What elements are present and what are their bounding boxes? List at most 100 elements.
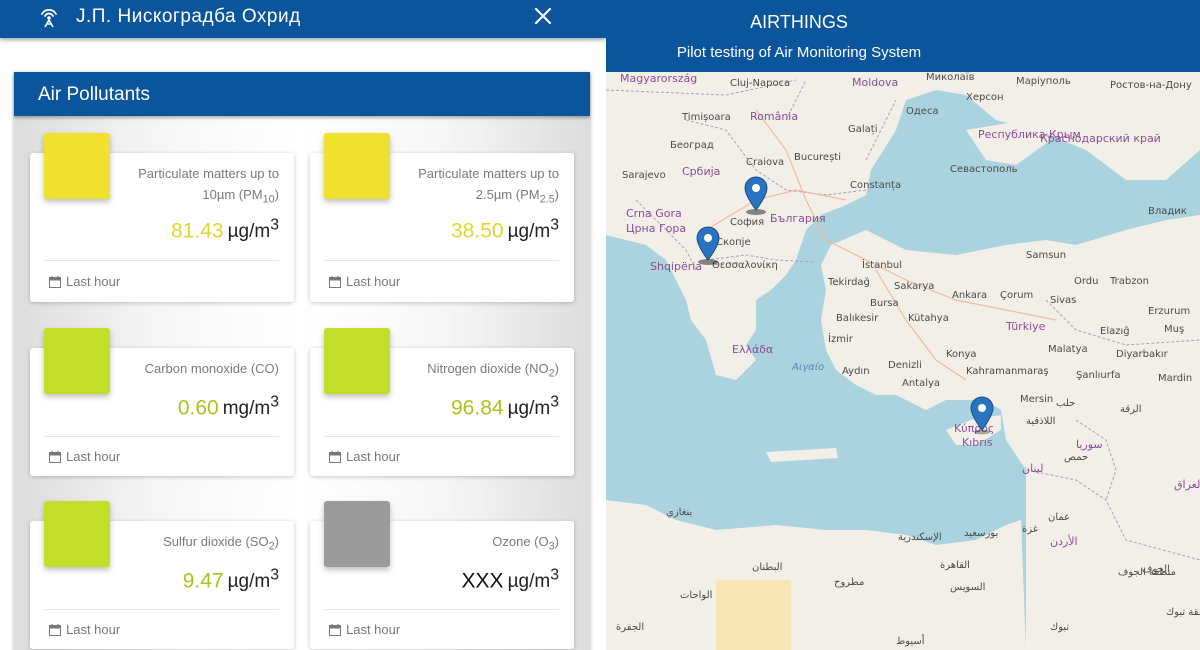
tile-footer: Last hour <box>49 274 120 289</box>
air-pollutants-card: Air Pollutants Particulate matters up to… <box>14 72 590 650</box>
pollutant-label: Particulate matters up to 10µm (PM10) <box>138 166 279 206</box>
city-label: Galați <box>848 124 877 135</box>
country-label: Краснодарский край <box>1040 132 1161 145</box>
city-label: Θεσσαλονίκη <box>712 259 778 271</box>
station-header: Ј.П. Нискоградба Охрид <box>0 0 606 38</box>
city-label: Malatya <box>1048 344 1088 355</box>
city-label: اللاذقية <box>1026 416 1055 427</box>
tile-divider <box>45 436 279 437</box>
city-label: Ordu <box>1074 276 1099 287</box>
country-label: العراق <box>1174 478 1200 491</box>
city-label: Timișoara <box>681 112 731 123</box>
country-label: България <box>770 212 826 225</box>
city-label: Београд <box>670 140 714 151</box>
city-label: Şanlıurfa <box>1076 370 1120 381</box>
city-label: Kahramanmaraş <box>966 366 1049 377</box>
level-color-swatch <box>324 501 390 567</box>
time-window-label: Last hour <box>66 449 121 464</box>
calendar-icon <box>329 623 341 636</box>
country-label: Türkiye <box>1005 320 1046 333</box>
city-label: Antalya <box>902 378 940 389</box>
level-color-swatch <box>324 133 390 199</box>
city-label: حلب <box>1056 398 1075 409</box>
tile-divider <box>325 436 559 437</box>
pollutant-tile[interactable]: Nitrogen dioxide (NO2) 96.84 µg/m3 Last hou… <box>310 328 574 476</box>
city-label: أسيوط <box>896 634 925 647</box>
close-icon[interactable] <box>532 5 554 27</box>
city-label: الرقة <box>1120 404 1141 415</box>
city-label: الواحات <box>680 590 712 601</box>
pollutant-label: Particulate matters up to 2.5µm (PM2.5) <box>418 166 559 206</box>
antenna-icon <box>41 8 57 28</box>
pollutant-unit: µg/m3 <box>227 567 279 593</box>
city-label: Миколаїв <box>926 72 975 83</box>
pollutant-value: 81.43 <box>171 219 224 243</box>
map-view[interactable]: Magyarország România Moldova Србија Бълг… <box>606 0 1200 650</box>
tile-divider <box>325 260 559 261</box>
country-label: Србија <box>682 165 720 178</box>
city-label: Konya <box>946 349 977 360</box>
app-header: AIRTHINGS Pilot testing of Air Monitorin… <box>606 0 1200 72</box>
level-color-swatch <box>44 133 110 199</box>
pollutant-label: Carbon monoxide (CO) <box>144 361 279 376</box>
city-label: Çorum <box>1000 290 1033 301</box>
city-label: Владик <box>1148 206 1187 217</box>
city-label: Kütahya <box>908 313 949 324</box>
city-label: منطقة الجوف <box>1118 567 1176 578</box>
pollutant-value: 38.50 <box>451 219 504 243</box>
city-label: Elazığ <box>1100 325 1130 337</box>
pollutant-unit: µg/m3 <box>507 567 559 593</box>
station-title: Ј.П. Нискоградба Охрид <box>76 6 301 27</box>
city-label: Ankara <box>952 290 987 301</box>
pollutant-tile[interactable]: Sulfur dioxide (SO2) 9.47 µg/m3 Last hour <box>30 501 294 649</box>
tile-footer: Last hour <box>329 449 400 464</box>
country-label: Crna Gora <box>626 207 682 220</box>
pollutant-unit: µg/m3 <box>507 217 559 243</box>
city-label: Balıkesir <box>836 313 879 324</box>
city-label: İzmir <box>828 332 854 345</box>
city-label: حمص <box>1064 452 1088 463</box>
pollutant-tile[interactable]: Carbon monoxide (CO) 0.60 mg/m3 Last hour <box>30 328 294 476</box>
pollutant-value: XXX <box>461 569 504 593</box>
tile-divider <box>325 609 559 610</box>
map-panel[interactable]: Magyarország România Moldova Србија Бълг… <box>606 0 1200 650</box>
city-label: Bursa <box>870 298 899 309</box>
city-label: Херсон <box>966 92 1004 103</box>
pollutant-tile[interactable]: Particulate matters up to 2.5µm (PM2.5) 3… <box>310 133 574 302</box>
city-label: Mardin <box>1158 373 1192 384</box>
calendar-icon <box>329 275 341 288</box>
city-label: Скопје <box>716 236 751 248</box>
pollutant-unit: µg/m3 <box>227 217 279 243</box>
city-label: عمان <box>1048 512 1070 523</box>
city-label: البطنان <box>752 562 782 573</box>
calendar-icon <box>329 450 341 463</box>
tile-footer: Last hour <box>329 622 400 637</box>
city-label: تبوك <box>1050 622 1069 633</box>
tile-footer: Last hour <box>49 449 120 464</box>
city-label: Trabzon <box>1109 276 1149 287</box>
city-label: Sarajevo <box>622 170 666 181</box>
city-label: بورسعيد <box>964 528 998 539</box>
country-label: سوريا <box>1076 438 1103 451</box>
pollutant-tile[interactable]: Ozone (O3) XXX µg/m3 Last hour <box>310 501 574 649</box>
time-window-label: Last hour <box>346 622 401 637</box>
city-label: Denizli <box>888 360 922 371</box>
calendar-icon <box>49 275 61 288</box>
time-window-label: Last hour <box>66 274 121 289</box>
pollutant-label: Ozone (O3) <box>492 534 559 553</box>
country-label: Kıbrıs <box>962 436 993 449</box>
city-label: القاهرة <box>940 560 970 571</box>
calendar-icon <box>49 450 61 463</box>
pollutant-value: 96.84 <box>451 396 504 420</box>
air-pollutants-title: Air Pollutants <box>38 84 150 105</box>
city-label: İstanbul <box>862 258 902 271</box>
time-window-label: Last hour <box>66 622 121 637</box>
pollutant-tile[interactable]: Particulate matters up to 10µm (PM10) 81.… <box>30 133 294 302</box>
pollutant-value: 0.60 <box>177 396 219 420</box>
city-label: Mersin <box>1020 394 1053 405</box>
air-pollutants-header: Air Pollutants <box>14 72 590 116</box>
city-label: Ростов-на-Дону <box>1110 80 1192 91</box>
level-color-swatch <box>44 328 110 394</box>
country-label: Ελλάδα <box>732 343 773 356</box>
city-label: București <box>794 152 841 163</box>
